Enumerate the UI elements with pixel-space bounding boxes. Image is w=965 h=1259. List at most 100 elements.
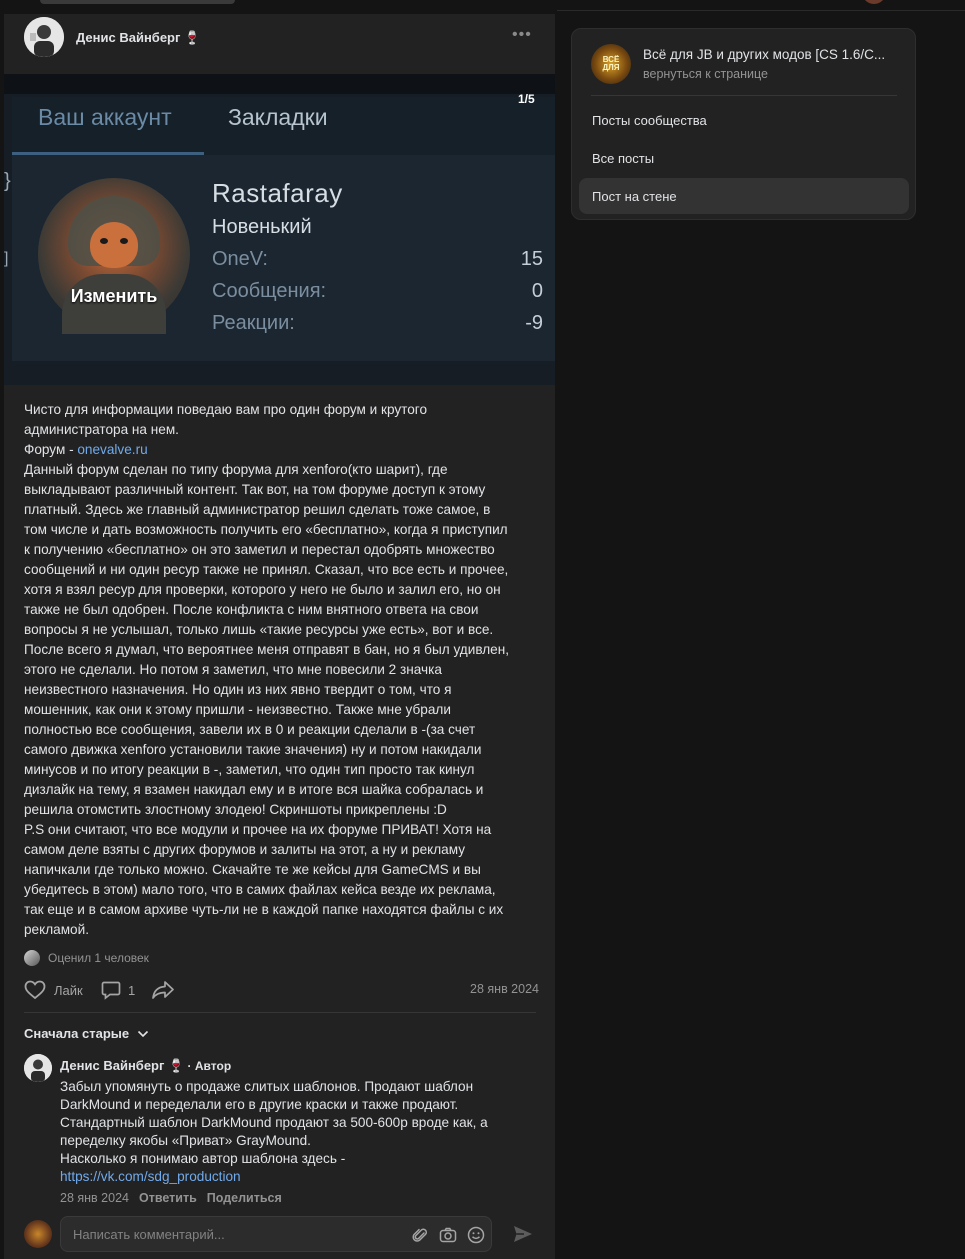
text-line: Данный форум сделан по типу форума для x…	[24, 462, 448, 477]
text-lines: Данный форум сделан по типу форума для x…	[24, 460, 539, 940]
sidebar-item-all-posts[interactable]: Все посты	[579, 140, 909, 176]
reply-button[interactable]: Ответить	[139, 1191, 197, 1205]
text-line: напичкали где только можно. Скачайте те …	[24, 862, 481, 877]
comment-input[interactable]: Написать комментарий...	[60, 1216, 492, 1252]
comment-link[interactable]: https://vk.com/sdg_production	[60, 1168, 530, 1186]
author-avatar[interactable]	[24, 17, 64, 57]
text-line: этого не сделали. Но потом я заметил, чт…	[24, 662, 442, 677]
edge-mark: }	[4, 170, 11, 192]
comment-author-avatar[interactable]	[24, 1054, 52, 1082]
liker-avatar	[24, 950, 40, 966]
share-icon	[152, 981, 174, 999]
post-date[interactable]: 28 янв 2024	[470, 982, 539, 996]
sidebar-item-wall-post[interactable]: Пост на стене	[579, 178, 909, 214]
forum-link[interactable]: onevalve.ru	[77, 442, 147, 457]
text-line: минусов и по итогу реакции в -, заметил,…	[24, 762, 475, 777]
sidebar-item-label: Посты сообщества	[592, 113, 707, 128]
text-line: рекламой.	[24, 922, 89, 937]
liked-by-text: Оценил 1 человек	[48, 951, 149, 965]
paperclip-icon[interactable]	[411, 1226, 429, 1244]
community-logo[interactable]: ВСЁ ДЛЯ	[591, 44, 631, 84]
text-line: том числе и дать возможность получить ег…	[24, 522, 508, 537]
text-line: После всего я думал, что вероятнее меня …	[24, 642, 510, 657]
stat-value-reactions: -9	[525, 312, 543, 334]
comment-button[interactable]: 1	[101, 980, 135, 1000]
comment-icon	[101, 981, 121, 1000]
stat-label-onev: OneV:	[212, 248, 268, 270]
fox-face	[90, 222, 138, 268]
post-actions: Лайк 1 28 янв 2024	[24, 980, 539, 1002]
stat-value-messages: 0	[531, 280, 543, 302]
chevron-down-icon	[138, 1030, 149, 1037]
share-button[interactable]	[151, 980, 175, 1000]
text-line: выкладывают различный контент. Так вот, …	[24, 482, 486, 497]
community-logo-text: ВСЁ ДЛЯ	[602, 55, 620, 72]
forum-line: Форум - onevalve.ru	[24, 440, 539, 460]
current-user-avatar	[24, 1220, 52, 1248]
comments-sort-dropdown[interactable]: Сначала старые	[24, 1026, 149, 1041]
comment-author[interactable]: Денис Вайнберг 🍷 · Автор	[60, 1058, 231, 1074]
post-text: Чисто для информации поведаю вам про оди…	[24, 400, 539, 940]
like-button[interactable]: Лайк	[24, 980, 83, 1000]
text-line: администратора на нем.	[24, 422, 179, 437]
comment-body: Забыл упомянуть о продаже слитых шаблоно…	[60, 1078, 530, 1186]
author-name[interactable]: Денис Вайнберг 🍷	[76, 30, 200, 46]
forum-prefix: Форум -	[24, 442, 78, 457]
camera-icon[interactable]	[439, 1226, 457, 1244]
profile-username: Rastafaray	[212, 178, 343, 208]
community-sidebar: ВСЁ ДЛЯ Всё для JB и других модов [CS 1.…	[571, 28, 916, 220]
comment-meta: 28 янв 2024 Ответить Поделиться	[60, 1191, 282, 1205]
edge-mark: ]	[4, 250, 9, 267]
comment-lines: Забыл упомянуть о продаже слитых шаблоно…	[60, 1078, 530, 1168]
comment-input-placeholder: Написать комментарий...	[73, 1227, 225, 1242]
sidebar-item-label: Все посты	[592, 151, 655, 166]
sidebar-item-community-posts[interactable]: Посты сообщества	[579, 102, 909, 138]
text-line: сообщений и ни один ресур также не приня…	[24, 562, 509, 577]
comment-line: Забыл упомянуть о продаже слитых шаблоно…	[60, 1079, 474, 1094]
profile-rank: Новенький	[212, 216, 312, 238]
text-line: хотя я взял ресур для проверки, которого…	[24, 582, 501, 597]
comment-author-name[interactable]: Денис Вайнберг 🍷	[60, 1058, 184, 1073]
tab-account: Ваш аккаунт	[38, 104, 172, 130]
top-search-bar[interactable]	[40, 0, 235, 4]
text-line: полностью все сообщения, завели их в 0 и…	[24, 722, 476, 737]
comment-composer: Написать комментарий...	[24, 1216, 539, 1252]
like-label: Лайк	[54, 982, 83, 998]
text-line: к получению «бесплатно» он это заметил и…	[24, 542, 495, 557]
stat-label-messages: Сообщения:	[212, 280, 327, 302]
text-line: платный. Здесь же главный администратор …	[24, 502, 491, 517]
sidebar-item-label: Пост на стене	[592, 189, 677, 204]
post-header: Денис Вайнберг 🍷 •••	[4, 14, 555, 74]
text-line: убедитесь в этом) мало того, что в самих…	[24, 882, 496, 897]
send-icon[interactable]	[512, 1224, 534, 1244]
text-line: решила отомстить злостному злодею! Скрин…	[24, 802, 447, 817]
text-line: P.S они считают, что все модули и прочее…	[24, 822, 492, 837]
more-options-button[interactable]: •••	[512, 26, 532, 44]
emoji-icon[interactable]	[467, 1226, 485, 1244]
text-line: мошенник, как они к этому пришли - неизв…	[24, 702, 451, 717]
text-line: вопросы я не услышал, только лишь «такие…	[24, 622, 494, 637]
image-counter: 1/5	[518, 92, 535, 106]
user-avatar-fox: Изменить	[38, 178, 190, 334]
comment-line: переделку якобы «Приват» GrayMound.	[60, 1133, 311, 1148]
profile-avatar[interactable]	[862, 0, 886, 4]
text-line: также не был одобрен. После конфликта с …	[24, 602, 479, 617]
text-line: неизвестного назначения. Но один из них …	[24, 682, 452, 697]
community-name[interactable]: Всё для JB и других модов [CS 1.6/C...	[643, 47, 885, 62]
author-badge: · Автор	[184, 1059, 232, 1073]
top-divider	[557, 10, 965, 11]
post-image[interactable]: Ваш аккаунт Закладки 1/5 } ] Изменить Ra…	[4, 74, 555, 385]
text-line: так еще и в самом архиве чуть-ли не в ка…	[24, 902, 504, 917]
comment-date[interactable]: 28 янв 2024	[60, 1191, 129, 1205]
comment-line: Насколько я понимаю автор шаблона здесь …	[60, 1151, 346, 1166]
comment-share-button[interactable]: Поделиться	[207, 1191, 282, 1205]
text-line: Чисто для информации поведаю вам про оди…	[24, 402, 428, 417]
tab-bookmarks: Закладки	[228, 104, 328, 130]
back-to-page-link[interactable]: вернуться к странице	[643, 67, 768, 81]
stat-value-onev: 15	[520, 248, 543, 270]
comment-line: Стандартный шаблон DarkMound продают за …	[60, 1115, 488, 1130]
change-avatar-label: Изменить	[70, 286, 158, 306]
text-line: дизлайк на тему, я взамен накидал ему и …	[24, 782, 484, 797]
comments-divider	[24, 1012, 536, 1013]
heart-icon	[24, 980, 46, 1000]
